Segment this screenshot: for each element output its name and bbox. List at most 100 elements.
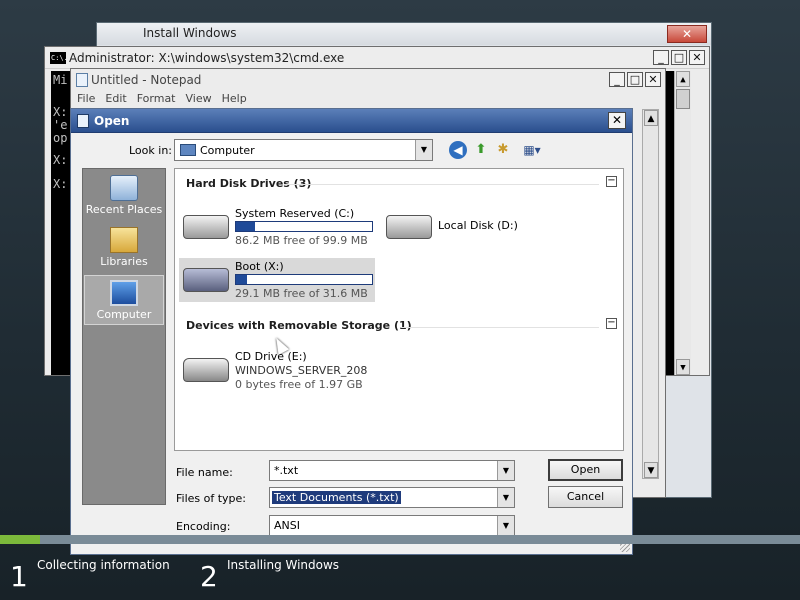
install-windows-titlebar[interactable]: Install Windows ✕ <box>97 23 711 45</box>
drive-free-space: 0 bytes free of 1.97 GB <box>235 378 363 391</box>
places-bar: Recent Places Libraries Computer <box>82 168 166 505</box>
drive-name: CD Drive (E:) <box>235 350 307 363</box>
chevron-down-icon[interactable]: ▼ <box>497 516 514 535</box>
encoding-value: ANSI <box>274 519 300 532</box>
place-label: Recent Places <box>85 203 163 216</box>
notepad-title: Untitled - Notepad <box>91 73 202 87</box>
look-in-dropdown[interactable]: Computer ▼ <box>174 139 433 161</box>
console-line: X: <box>53 153 68 167</box>
cmd-title: Administrator: X:\windows\system32\cmd.e… <box>69 51 345 65</box>
scroll-thumb[interactable] <box>676 89 690 109</box>
file-name-label: File name: <box>176 466 233 479</box>
notepad-menubar: File Edit Format View Help <box>77 92 247 105</box>
close-button[interactable]: ✕ <box>608 112 626 129</box>
maximize-button[interactable]: □ <box>671 50 687 65</box>
look-in-value: Computer <box>200 144 255 157</box>
notepad-scrollbar[interactable]: ▲ ▼ <box>642 109 659 479</box>
computer-icon <box>110 280 138 306</box>
step-number: 2 <box>200 560 218 593</box>
open-dialog: Open ✕ Look in: Computer ▼ ◀ ⬆ ✱ ▦▾ Rece… <box>70 108 633 555</box>
cmd-icon: C:\. <box>50 52 68 64</box>
up-folder-icon[interactable]: ⬆ <box>472 141 490 159</box>
drive-x[interactable]: Boot (X:) 29.1 MB free of 31.6 MB <box>179 258 375 302</box>
scroll-down-icon[interactable]: ▼ <box>644 462 658 478</box>
minimize-button[interactable]: _ <box>609 72 625 87</box>
place-libraries[interactable]: Libraries <box>84 223 164 273</box>
place-label: Libraries <box>100 255 148 268</box>
drive-usage-bar <box>235 221 373 232</box>
step-number: 1 <box>10 560 28 593</box>
scroll-up-icon[interactable]: ▲ <box>676 71 690 87</box>
file-type-dropdown[interactable]: Text Documents (*.txt) ▼ <box>269 487 515 508</box>
new-folder-icon[interactable]: ✱ <box>494 141 512 159</box>
recent-places-icon <box>110 175 138 201</box>
minimize-button[interactable]: _ <box>653 50 669 65</box>
collapse-icon[interactable]: − <box>606 176 617 187</box>
file-name-input[interactable]: *.txt ▼ <box>269 460 515 481</box>
open-dialog-title: Open <box>94 114 130 128</box>
open-button[interactable]: Open <box>548 459 623 481</box>
chevron-down-icon[interactable]: ▼ <box>415 140 432 160</box>
menu-format[interactable]: Format <box>137 92 176 105</box>
notepad-icon <box>77 114 89 128</box>
collapse-icon[interactable]: − <box>606 318 617 329</box>
look-in-label: Look in: <box>129 144 172 157</box>
console-line: 'e <box>53 118 68 132</box>
chevron-down-icon[interactable]: ▼ <box>497 461 514 480</box>
group-divider <box>401 327 599 328</box>
cancel-button[interactable]: Cancel <box>548 486 623 508</box>
file-type-value: Text Documents (*.txt) <box>272 491 401 504</box>
drive-name: Boot (X:) <box>235 260 284 273</box>
group-divider <box>285 184 599 185</box>
file-type-label: Files of type: <box>176 492 247 505</box>
view-menu-icon[interactable]: ▦▾ <box>520 141 544 159</box>
console-line: op <box>53 131 68 145</box>
drive-e[interactable]: CD Drive (E:) WINDOWS_SERVER_208 0 bytes… <box>179 348 375 392</box>
close-icon[interactable]: ✕ <box>667 25 707 43</box>
back-icon[interactable]: ◀ <box>449 141 467 159</box>
console-line: X: <box>53 105 68 119</box>
install-windows-title: Install Windows <box>143 26 237 40</box>
file-list-view[interactable]: Hard Disk Drives (3) − System Reserved (… <box>174 168 624 451</box>
cd-drive-icon <box>183 358 229 382</box>
drive-c[interactable]: System Reserved (C:) 86.2 MB free of 99.… <box>179 205 375 249</box>
hard-drive-icon <box>183 215 229 239</box>
setup-progress-bar <box>0 535 800 544</box>
notepad-titlebar[interactable]: Untitled - Notepad _ □ ✕ <box>71 69 665 91</box>
encoding-dropdown[interactable]: ANSI ▼ <box>269 515 515 536</box>
hard-drive-icon <box>183 268 229 292</box>
drive-usage-bar <box>235 274 373 285</box>
place-label: Computer <box>96 308 152 321</box>
place-recent-places[interactable]: Recent Places <box>84 171 164 221</box>
drive-free-space: 86.2 MB free of 99.9 MB <box>235 234 368 247</box>
drive-name: System Reserved (C:) <box>235 207 355 220</box>
hard-drive-icon <box>386 215 432 239</box>
cmd-titlebar[interactable]: C:\. Administrator: X:\windows\system32\… <box>45 47 709 69</box>
console-line: Mi <box>53 73 68 87</box>
notepad-icon <box>76 73 88 87</box>
disc-label: WINDOWS_SERVER_208 <box>235 364 368 377</box>
step-label: Installing Windows <box>227 558 340 572</box>
cmd-scrollbar[interactable]: ▲ ▼ <box>674 71 691 375</box>
libraries-icon <box>110 227 138 253</box>
close-button[interactable]: ✕ <box>645 72 661 87</box>
menu-file[interactable]: File <box>77 92 95 105</box>
group-header-removable[interactable]: Devices with Removable Storage (1) <box>186 319 412 332</box>
menu-edit[interactable]: Edit <box>105 92 126 105</box>
scroll-up-icon[interactable]: ▲ <box>644 110 658 126</box>
drive-d[interactable]: Local Disk (D:) <box>382 205 542 249</box>
menu-help[interactable]: Help <box>222 92 247 105</box>
place-computer[interactable]: Computer <box>84 275 164 325</box>
maximize-button[interactable]: □ <box>627 72 643 87</box>
chevron-down-icon[interactable]: ▼ <box>497 488 514 507</box>
console-line: X: <box>53 177 68 191</box>
menu-view[interactable]: View <box>186 92 212 105</box>
drive-name: Local Disk (D:) <box>438 219 518 232</box>
encoding-label: Encoding: <box>176 520 231 533</box>
close-button[interactable]: ✕ <box>689 50 705 65</box>
open-dialog-titlebar[interactable]: Open ✕ <box>71 109 632 133</box>
computer-icon <box>180 144 196 156</box>
drive-free-space: 29.1 MB free of 31.6 MB <box>235 287 368 300</box>
file-name-value: *.txt <box>274 464 299 477</box>
scroll-down-icon[interactable]: ▼ <box>676 359 690 375</box>
